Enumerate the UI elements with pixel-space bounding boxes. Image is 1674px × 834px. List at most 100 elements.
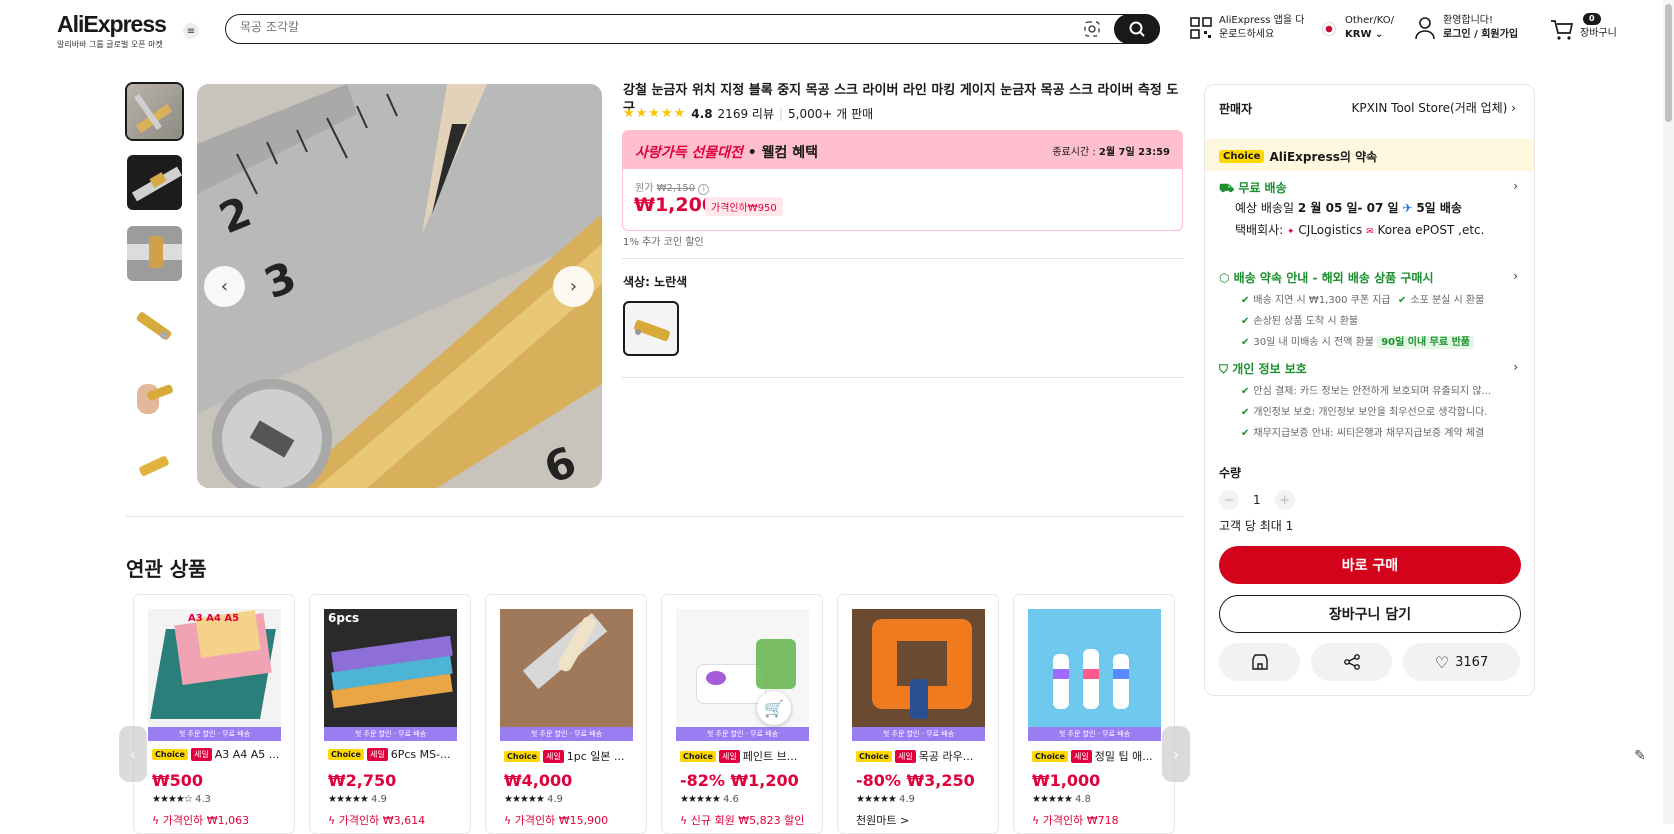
product-card[interactable]: 첫 주문 할인 · 무료 배송 🛒 Choice 세일 페인트 브... -82% …: [661, 594, 823, 834]
promise-item: ✔ 30일 내 미배송 시 전액 환불 90일 이내 무료 반품: [1241, 333, 1474, 349]
choice-tag: Choice: [1032, 750, 1068, 762]
star-rating-icon: ★★★★★: [623, 106, 687, 121]
carrier-korea: Korea: [1377, 223, 1412, 237]
thumbnail-4[interactable]: [127, 297, 182, 352]
promise-title: Choice AliExpress의 약속: [1219, 148, 1377, 165]
delivery-days: 5일 배송: [1416, 201, 1462, 215]
cart-count-badge: 0: [1583, 13, 1601, 25]
product-card[interactable]: 첫 주문 할인 · 무료 배송 Choice 세일 목공 라우... -80% ₩3…: [837, 594, 999, 834]
feedback-edit-icon[interactable]: ✎: [1628, 744, 1652, 768]
next-image-button[interactable]: ›: [553, 266, 594, 307]
chevron-left-icon: ‹: [129, 744, 137, 764]
store-button[interactable]: [1219, 643, 1300, 681]
user-icon: [1415, 17, 1435, 40]
app-download[interactable]: AliExpress 앱을 다 운로드하세요: [1190, 14, 1304, 42]
prev-image-button[interactable]: ‹: [204, 266, 245, 307]
choice-tag: Choice: [152, 749, 188, 760]
cart-label: 장바구니: [1580, 28, 1617, 39]
carousel-prev-button[interactable]: ‹: [119, 726, 147, 782]
color-swatch-yellow[interactable]: [623, 301, 679, 356]
thumbnail-6[interactable]: [127, 439, 182, 494]
product-rating: ★★★★★ 4.9: [504, 794, 563, 805]
product-rating: ★★★★★ 4.9: [328, 794, 387, 805]
chevron-right-icon[interactable]: ›: [1513, 269, 1518, 283]
search-icon: [1129, 21, 1145, 37]
seller-store-link[interactable]: KPXIN Tool Store(거래 업체) ›: [1352, 99, 1516, 116]
cart-link[interactable]: 0 장바구니: [1550, 13, 1617, 41]
main-product-image[interactable]: 2 3 6 ‹ ›: [197, 84, 602, 488]
star-rating-icon: ★★★★★: [680, 794, 721, 805]
search-input[interactable]: [240, 20, 1060, 34]
divider: [622, 258, 1183, 259]
rating-row: ★★★★★ 4.8 2169 리뷰 | 5,000+ 개 판매: [623, 105, 874, 122]
privacy-section[interactable]: ⛉ 개인 정보 보호: [1219, 360, 1307, 377]
image-search-icon[interactable]: [1083, 20, 1101, 38]
privacy-item-text: 안심 결제: 카드 정보는 안전하게 보호되며 유출되지 않...: [1253, 386, 1491, 397]
quantity-value[interactable]: 1: [1253, 493, 1261, 507]
product-promo-link[interactable]: 천원마트 >: [856, 812, 909, 828]
carousel-next-button[interactable]: ›: [1162, 726, 1190, 782]
thumbnail-5[interactable]: [127, 368, 182, 423]
product-card[interactable]: A3 A4 A5 첫 주문 할인 · 무료 배송 Choice 세일 A3 A4 A…: [133, 594, 295, 834]
account-menu[interactable]: 환영합니다! 로그인 / 회원가입: [1414, 14, 1518, 42]
promo-end-label: 종료시간 :: [1052, 147, 1099, 158]
share-icon: [1343, 654, 1360, 670]
sale-tag: 세일: [190, 748, 212, 761]
chevron-right-icon[interactable]: ›: [1513, 179, 1518, 193]
increase-quantity-button[interactable]: +: [1274, 490, 1295, 510]
menu-icon[interactable]: ≡: [183, 23, 199, 39]
welcome-text: 환영합니다!: [1443, 15, 1494, 26]
aliexpress-logo[interactable]: AliExpress 알리바바 그룹 글로벌 오픈 마켓: [57, 11, 167, 50]
free-shipping-section[interactable]: ⛟ 무료 배송: [1219, 179, 1287, 197]
region-selector[interactable]: Other/KO/KRW ⌄: [1322, 14, 1394, 42]
search-button[interactable]: [1114, 14, 1160, 44]
product-card[interactable]: 6pcs 첫 주문 할인 · 무료 배송 Choice 세일 6Pcs MS-...…: [309, 594, 471, 834]
sale-tag: 세일: [718, 749, 740, 763]
currency: KRW: [1345, 29, 1372, 40]
carrier-label: 택배회사:: [1235, 223, 1288, 237]
add-to-cart-button[interactable]: 장바구니 담기: [1219, 595, 1521, 633]
choice-badge: Choice: [1219, 150, 1265, 163]
product-name: Choice 세일 목공 라우...: [856, 748, 986, 764]
thumbnail-1[interactable]: [125, 82, 184, 141]
korea-flag-icon: [1322, 22, 1336, 36]
wishlist-button[interactable]: ♡ 3167: [1403, 643, 1520, 681]
chevron-right-icon: ›: [569, 276, 578, 297]
product-name: Choice 세일 정밀 팁 애...: [1032, 748, 1162, 764]
discount-tag: 가격인하₩950: [705, 197, 783, 216]
free-return-tag: 90일 이내 무료 반품: [1377, 336, 1474, 349]
product-price: ₩500: [152, 771, 204, 790]
product-rating-value: 4.3: [195, 794, 211, 805]
product-card[interactable]: 첫 주문 할인 · 무료 배송 Choice 세일 1pc 일본 ... ₩4,00…: [485, 594, 647, 834]
decrease-quantity-button[interactable]: −: [1219, 490, 1239, 510]
product-rating-value: 4.9: [547, 794, 563, 805]
product-card[interactable]: 첫 주문 할인 · 무료 배송 Choice 세일 정밀 팁 애... ₩1,000…: [1013, 594, 1175, 834]
region-line1: Other/KO/: [1345, 15, 1395, 26]
promo-strip: 첫 주문 할인 · 무료 배송: [1028, 727, 1161, 741]
sale-tag: 세일: [1070, 749, 1092, 763]
promo-strip: 첫 주문 할인 · 무료 배송: [676, 727, 809, 741]
product-image: [500, 609, 633, 727]
scrollbar-thumb[interactable]: [1665, 4, 1672, 122]
share-button[interactable]: [1311, 643, 1392, 681]
privacy-item: ✔ 안심 결제: 카드 정보는 안전하게 보호되며 유출되지 않...: [1241, 386, 1491, 397]
thumbnail-2[interactable]: [127, 155, 182, 210]
scrollbar[interactable]: [1663, 0, 1674, 824]
lightning-icon: ϟ: [680, 814, 688, 827]
promise-item-text: 배송 지연 시 ₩1,300 쿠폰 지급: [1253, 295, 1391, 306]
product-rating: ★★★★☆ 4.3: [152, 794, 211, 805]
review-count[interactable]: 2169 리뷰: [718, 105, 774, 122]
buy-now-button[interactable]: 바로 구매: [1219, 546, 1521, 584]
max-per-customer: 고객 당 최대 1: [1219, 519, 1294, 533]
choice-promise-bar: Choice AliExpress의 약속: [1205, 139, 1534, 171]
delivery-prefix: 예상 배송일: [1235, 201, 1298, 215]
delivery-dates: 2 월 05 일- 07 일: [1297, 201, 1399, 215]
delivery-promise-section[interactable]: ⬡ 배송 약속 안내 - 해외 배송 상품 구매시: [1219, 269, 1434, 286]
box-icon: ⬡: [1219, 271, 1230, 285]
add-to-cart-icon[interactable]: 🛒: [757, 691, 791, 725]
original-price-value: ₩2,150: [656, 183, 696, 194]
promise-item-text: 소포 분실 시 환불: [1410, 295, 1485, 306]
chevron-right-icon[interactable]: ›: [1513, 360, 1518, 374]
thumbnail-3[interactable]: [127, 226, 182, 281]
original-price: 원가 ₩2,150 i: [635, 179, 710, 195]
